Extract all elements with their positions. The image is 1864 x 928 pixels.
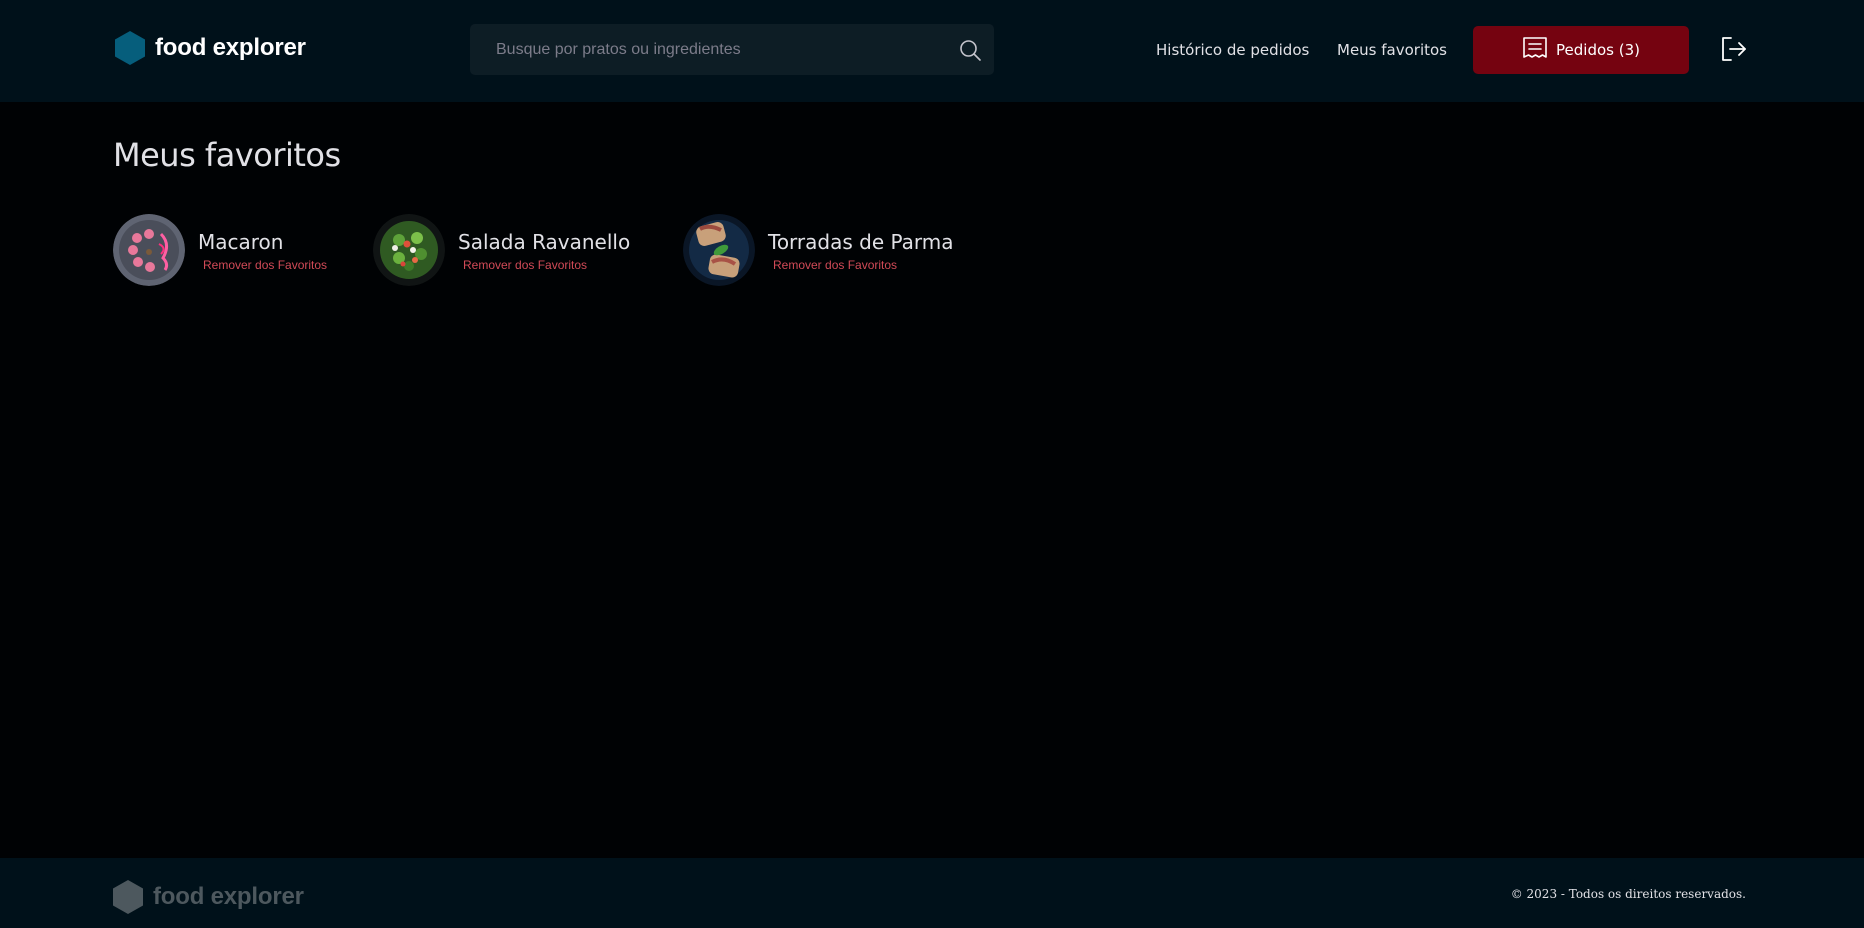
search-bar[interactable] <box>470 24 994 75</box>
receipt-icon <box>1522 35 1548 65</box>
footer-brand-logo: food explorer <box>113 880 304 914</box>
dish-name[interactable]: Salada Ravanello <box>458 228 630 256</box>
search-icon[interactable] <box>958 38 982 62</box>
header: food explorer Histórico de pedidos Meus … <box>0 0 1864 102</box>
remove-favorite-button[interactable]: Remover dos Favoritos <box>773 258 954 272</box>
remove-favorite-button[interactable]: Remover dos Favoritos <box>203 258 327 272</box>
remove-favorite-button[interactable]: Remover dos Favoritos <box>463 258 630 272</box>
favorite-item: Salada Ravanello Remover dos Favoritos <box>373 214 630 286</box>
footer: food explorer © 2023 - Todos os direitos… <box>0 858 1864 928</box>
search-input[interactable] <box>494 39 958 60</box>
favorite-item: Torradas de Parma Remover dos Favoritos <box>683 214 954 286</box>
hexagon-logo-icon <box>113 880 143 914</box>
dish-name[interactable]: Torradas de Parma <box>768 228 954 256</box>
orders-button-label: Pedidos (3) <box>1556 41 1640 59</box>
orders-button[interactable]: Pedidos (3) <box>1473 26 1689 74</box>
page: food explorer Histórico de pedidos Meus … <box>0 0 1864 928</box>
footer-brand-name: food explorer <box>153 883 304 910</box>
brand-logo[interactable]: food explorer <box>115 31 306 65</box>
page-title: Meus favoritos <box>113 136 341 174</box>
dish-image-salada-ravanello[interactable] <box>373 214 445 286</box>
nav-favorites[interactable]: Meus favoritos <box>1337 41 1447 59</box>
brand-name: food explorer <box>155 34 306 61</box>
hexagon-logo-icon <box>115 31 145 65</box>
sign-out-icon[interactable] <box>1720 35 1748 63</box>
dish-name[interactable]: Macaron <box>198 228 327 256</box>
nav-order-history[interactable]: Histórico de pedidos <box>1156 41 1309 59</box>
copyright-text: © 2023 - Todos os direitos reservados. <box>1510 887 1746 901</box>
favorite-item: Macaron Remover dos Favoritos <box>113 214 327 286</box>
dish-image-macaron[interactable] <box>113 214 185 286</box>
dish-image-torradas-de-parma[interactable] <box>683 214 755 286</box>
